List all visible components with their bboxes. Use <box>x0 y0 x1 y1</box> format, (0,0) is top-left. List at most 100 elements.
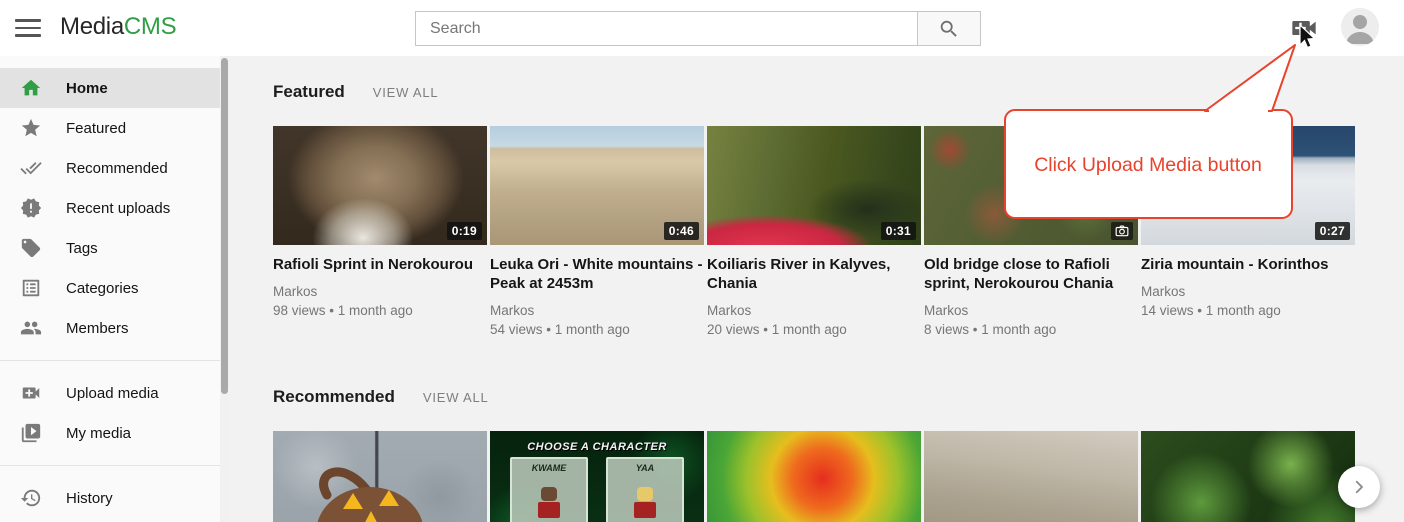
sidebar-item-my-media[interactable]: My media <box>0 413 220 453</box>
recommended-section-title: Recommended <box>273 387 395 407</box>
video-meta: 20 views • 1 month ago <box>707 320 921 339</box>
user-avatar[interactable] <box>1341 8 1379 46</box>
video-title[interactable]: Rafioli Sprint in Nerokourou <box>273 255 487 274</box>
sidebar-divider <box>0 360 220 361</box>
video-title[interactable]: Koiliaris River in Kalyves, Chania <box>707 255 921 293</box>
media-card <box>273 431 487 522</box>
featured-view-all-link[interactable]: VIEW ALL <box>373 85 439 100</box>
sidebar-item-label: Home <box>66 80 108 97</box>
sidebar-item-upload-media[interactable]: Upload media <box>0 373 220 413</box>
game-thumb-heading: CHOOSE A CHARACTER <box>490 441 704 453</box>
search-button[interactable] <box>917 11 981 46</box>
sidebar-item-members[interactable]: Members <box>0 308 220 348</box>
video-thumbnail[interactable]: 0:19 <box>273 126 487 245</box>
video-thumbnail[interactable]: CHOOSE A CHARACTER KWAME Selected YAA <box>490 431 704 522</box>
video-title[interactable]: Old bridge close to Rafioli sprint, Nero… <box>924 255 1138 293</box>
sidebar-item-label: My media <box>66 425 131 442</box>
sidebar-item-label: Recent uploads <box>66 200 170 217</box>
sidebar-item-label: History <box>66 490 113 507</box>
video-thumbnail[interactable] <box>1141 431 1355 522</box>
duration-badge: 0:46 <box>664 222 699 240</box>
upload-video-icon <box>1290 16 1318 40</box>
carousel-next-button[interactable] <box>1338 466 1380 508</box>
sidebar-item-featured[interactable]: Featured <box>0 108 220 148</box>
menu-hamburger-icon[interactable] <box>15 16 41 40</box>
video-meta: 8 views • 1 month ago <box>924 320 1138 339</box>
avatar-person-icon <box>1341 8 1379 46</box>
media-card: 0:46 Leuka Ori - White mountains - Peak … <box>490 126 704 339</box>
double-check-icon <box>20 157 42 179</box>
sidebar-item-label: Upload media <box>66 385 159 402</box>
main-content: Featured VIEW ALL 0:19 Rafioli Sprint in… <box>229 56 1404 522</box>
search-icon <box>938 18 960 40</box>
sidebar-item-label: Tags <box>66 240 98 257</box>
sidebar-scrollbar <box>220 56 229 522</box>
sidebar-item-label: Featured <box>66 120 126 137</box>
media-card: 0:31 Koiliaris River in Kalyves, Chania … <box>707 126 921 339</box>
media-card: CHOOSE A CHARACTER KWAME Selected YAA <box>490 431 704 522</box>
home-icon <box>20 77 42 99</box>
game-character-name: YAA <box>608 463 682 473</box>
tag-icon <box>20 237 42 259</box>
video-author[interactable]: Markos <box>707 301 921 320</box>
featured-section-title: Featured <box>273 82 345 102</box>
categories-icon <box>20 277 42 299</box>
upload-video-icon <box>20 382 42 404</box>
logo[interactable]: MediaCMS <box>60 13 176 41</box>
video-library-icon <box>20 422 42 444</box>
game-character-panel: KWAME Selected <box>510 457 588 522</box>
members-icon <box>20 317 42 339</box>
game-character-sprite <box>536 487 562 521</box>
sidebar-item-recommended[interactable]: Recommended <box>0 148 220 188</box>
video-author[interactable]: Markos <box>1141 282 1355 301</box>
duration-badge: 0:27 <box>1315 222 1350 240</box>
sidebar-scrollbar-thumb[interactable] <box>221 58 228 394</box>
chevron-right-icon <box>1350 478 1368 496</box>
video-meta: 14 views • 1 month ago <box>1141 301 1355 320</box>
recommended-view-all-link[interactable]: VIEW ALL <box>423 390 489 405</box>
sidebar-item-label: Recommended <box>66 160 168 177</box>
search-input[interactable] <box>415 11 917 46</box>
sidebar-item-history[interactable]: History <box>0 478 220 518</box>
media-card <box>924 431 1138 522</box>
image-thumbnail[interactable] <box>924 126 1138 245</box>
sidebar-item-categories[interactable]: Categories <box>0 268 220 308</box>
video-author[interactable]: Markos <box>273 282 487 301</box>
camera-icon <box>1111 222 1133 240</box>
video-thumbnail[interactable]: 0:46 <box>490 126 704 245</box>
sidebar-item-recent-uploads[interactable]: Recent uploads <box>0 188 220 228</box>
logo-cms-text: CMS <box>124 13 176 40</box>
sidebar-item-home[interactable]: Home <box>0 68 220 108</box>
sidebar: Home Featured Recommended Recent uploads <box>0 56 220 522</box>
topbar: MediaCMS <box>0 0 1404 56</box>
media-card <box>1141 431 1355 522</box>
media-card: 0:27 Ziria mountain - Korinthos Markos 1… <box>1141 126 1355 339</box>
mediacms-app: MediaCMS <box>0 0 1404 522</box>
video-title[interactable]: Leuka Ori - White mountains - Peak at 24… <box>490 255 704 293</box>
game-character-panel: YAA Select <box>606 457 684 522</box>
video-thumbnail[interactable]: 0:31 <box>707 126 921 245</box>
history-icon <box>20 487 42 509</box>
media-card: 0:19 Rafioli Sprint in Nerokourou Markos… <box>273 126 487 339</box>
sidebar-item-tags[interactable]: Tags <box>0 228 220 268</box>
game-character-name: KWAME <box>512 463 586 473</box>
pumpkin-illustration <box>273 431 487 522</box>
video-author[interactable]: Markos <box>924 301 1138 320</box>
media-card <box>707 431 921 522</box>
search-bar <box>415 11 981 46</box>
sidebar-divider <box>0 465 220 466</box>
video-author[interactable]: Markos <box>490 301 704 320</box>
media-card: Old bridge close to Rafioli sprint, Nero… <box>924 126 1138 339</box>
video-title[interactable]: Ziria mountain - Korinthos <box>1141 255 1355 274</box>
video-meta: 98 views • 1 month ago <box>273 301 487 320</box>
video-thumbnail[interactable]: 0:27 <box>1141 126 1355 245</box>
video-thumbnail[interactable] <box>924 431 1138 522</box>
sidebar-item-label: Categories <box>66 280 139 297</box>
video-meta: 54 views • 1 month ago <box>490 320 704 339</box>
sidebar-item-label: Members <box>66 320 129 337</box>
game-character-sprite <box>632 487 658 521</box>
upload-media-button[interactable] <box>1290 16 1318 40</box>
video-thumbnail[interactable] <box>707 431 921 522</box>
logo-media-text: Media <box>60 13 124 40</box>
video-thumbnail[interactable] <box>273 431 487 522</box>
